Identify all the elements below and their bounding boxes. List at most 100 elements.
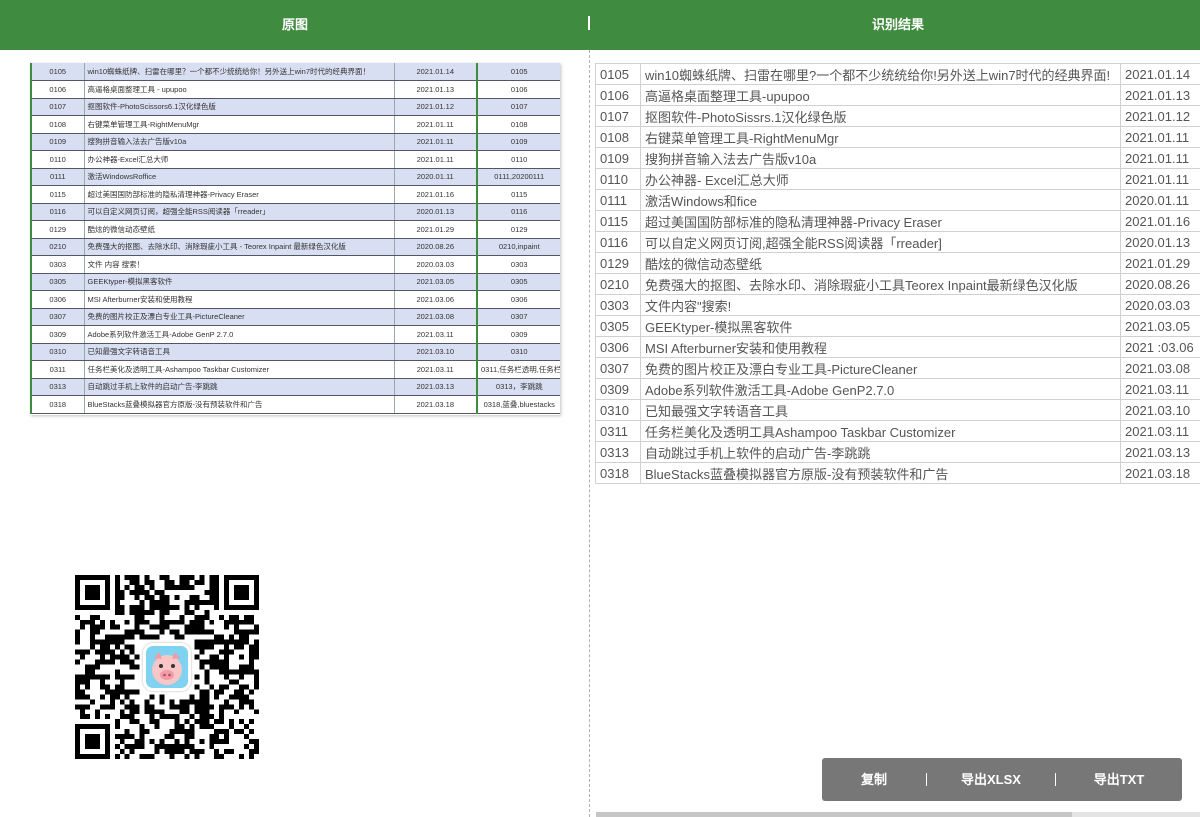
- result-cell: 0306: [595, 336, 641, 358]
- result-row: 0116 可以自定义网页订阅,超强全能RSS阅读器「rreader] 2020.01…: [595, 231, 1200, 253]
- result-row: 0110 办公神器- Excel汇总大师 2021.01.11: [595, 168, 1200, 190]
- table-cell: 0108: [30, 115, 85, 134]
- table-row: 0309 Adobe系列软件激活工具-Adobe GenP 2.7.0 2021.0…: [30, 325, 560, 344]
- copy-button[interactable]: 复制: [822, 758, 926, 801]
- table-cell: 0116: [476, 203, 560, 221]
- result-row: 0108 右键菜单管理工具-RightMenuMgr 2021.01.11: [595, 126, 1200, 148]
- result-row: 0106 高逼格桌面整理工具-upupoo 2021.01.13: [595, 84, 1200, 106]
- table-cell: 0307: [30, 308, 85, 326]
- table-row: 0116 可以自定义网页订阅，超强全能RSS阅读器「rreader」 2020.01…: [30, 203, 560, 221]
- result-cell: 0318: [595, 462, 641, 484]
- table-cell: 2021.03.11: [394, 325, 478, 344]
- table-cell: MSI Afterburner安装和使用教程: [84, 290, 395, 309]
- recognition-result-title: 识别结果: [871, 17, 924, 32]
- result-cell: 2021.01.13: [1120, 84, 1200, 106]
- table-cell: 0306: [476, 290, 560, 309]
- result-cell: 免费的图片校正及漂白专业工具-PictureCleaner: [640, 357, 1121, 379]
- result-cell: 2021.01.29: [1120, 252, 1200, 274]
- table-row: 0318 BlueStacks蓝叠模拟器官方原版-没有预装软件和广告 2021.03…: [30, 395, 560, 414]
- result-cell: 自动跳过手机上软件的启动广告-李跳跳: [640, 441, 1121, 463]
- table-cell: 0105: [30, 63, 85, 81]
- result-row: 0306 MSI Afterburner安装和使用教程 2021 :03.06: [595, 336, 1200, 358]
- result-cell: 0309: [595, 378, 641, 400]
- table-cell: 0106: [30, 80, 85, 99]
- result-cell: 0109: [595, 147, 641, 169]
- table-row: 0129 酷炫的微信动态壁纸 2021.01.29 0129: [30, 220, 560, 239]
- export-txt-button[interactable]: 导出TXT: [1056, 758, 1182, 801]
- table-cell: 0309: [30, 325, 85, 344]
- original-image-title: 原图: [281, 17, 308, 32]
- table-row: 0305 GEEKtyper-模拟黑客软件 2021.03.05 0305: [30, 273, 560, 291]
- table-cell: 0106: [476, 80, 560, 99]
- result-cell: MSI Afterburner安装和使用教程: [640, 336, 1121, 358]
- result-row: 0210 免费强大的抠图、去除水印、消除瑕疵小工具Teorex Inpaint最新…: [595, 273, 1200, 295]
- result-cell: 2021.01.16: [1120, 210, 1200, 232]
- table-cell: 2021.03.11: [394, 360, 478, 379]
- table-cell: 0129: [30, 220, 85, 239]
- table-cell: 免费的图片校正及漂白专业工具-PictureCleaner: [84, 308, 395, 326]
- table-row: 0111 激活WindowsRoffice 2020.01.11 0111,20200…: [30, 168, 560, 186]
- result-cell: 0116: [595, 231, 641, 253]
- result-row: 0311 任务栏美化及透明工具Ashampoo Taskbar Customize…: [595, 420, 1200, 442]
- result-cell: 2021.03.10: [1120, 399, 1200, 421]
- result-table: 0105 win10蜘蛛纸牌、扫雷在哪里?一个都不少统统给你!另外送上win7时代…: [595, 63, 1200, 484]
- table-cell: 2021.03.05: [394, 273, 478, 291]
- table-row: 0105 win10蜘蛛纸牌、扫雷在哪里？一个都不少统统给你！另外送上win7时代…: [30, 63, 560, 81]
- table-cell: 0305: [476, 273, 560, 291]
- result-row: 0318 BlueStacks蓝叠模拟器官方原版-没有预装软件和广告 2021.03…: [595, 462, 1200, 484]
- table-cell: 0318,蓝叠,bluestacks: [476, 395, 560, 414]
- table-cell: 2021.03.06: [394, 290, 478, 309]
- table-cell: 0311: [30, 360, 85, 379]
- table-cell: 0310: [30, 343, 85, 361]
- result-cell: 0210: [595, 273, 641, 295]
- table-cell: 抠图软件-PhotoScissors6.1汉化绿色版: [84, 98, 395, 116]
- table-cell: 0306: [30, 290, 85, 309]
- result-row: 0129 酷炫的微信动态壁纸 2021.01.29: [595, 252, 1200, 274]
- table-cell: 0305: [30, 273, 85, 291]
- result-cell: 高逼格桌面整理工具-upupoo: [640, 84, 1121, 106]
- table-cell: 自动跳过手机上软件的启动广告-李跳跳: [84, 378, 395, 396]
- table-cell: 0116: [30, 203, 85, 221]
- result-cell: 0305: [595, 315, 641, 337]
- original-table: 0105 win10蜘蛛纸牌、扫雷在哪里？一个都不少统统给你！另外送上win7时代…: [30, 63, 560, 414]
- result-cell: 已知最强文字转语音工具: [640, 399, 1121, 421]
- table-cell: 0105: [476, 63, 560, 81]
- result-cell: 2021.03.11: [1120, 378, 1200, 400]
- result-cell: 2021.01.12: [1120, 105, 1200, 127]
- table-cell: 2021.01.16: [394, 185, 478, 204]
- scrollbar-thumb[interactable]: [596, 812, 1072, 817]
- result-cell: 2021.01.11: [1120, 168, 1200, 190]
- table-cell: 2021.03.18: [394, 395, 478, 414]
- result-cell: win10蜘蛛纸牌、扫雷在哪里?一个都不少统统给你!另外送上win7时代的经典界…: [640, 63, 1121, 85]
- result-cell: 2021.01.11: [1120, 147, 1200, 169]
- table-cell: 激活WindowsRoffice: [84, 168, 395, 186]
- table-cell: 超过美国国防部标准的隐私清理神器-Privacy Eraser: [84, 185, 395, 204]
- table-cell: 2021.01.29: [394, 220, 478, 239]
- result-cell: 0307: [595, 357, 641, 379]
- result-cell: 0105: [595, 63, 641, 85]
- table-cell: 2020.01.13: [394, 203, 478, 221]
- table-cell: 搜狗拼音输入法去广告版v10a: [84, 133, 395, 151]
- result-cell: 2021.03.18: [1120, 462, 1200, 484]
- result-cell: 办公神器- Excel汇总大师: [640, 168, 1121, 190]
- result-cell: Adobe系列软件激活工具-Adobe GenP2.7.0: [640, 378, 1121, 400]
- result-cell: 酷炫的微信动态壁纸: [640, 252, 1121, 274]
- table-cell: 0111: [30, 168, 85, 186]
- table-cell: GEEKtyper-模拟黑客软件: [84, 273, 395, 291]
- table-cell: 免费强大的抠图、去除水印、消除瑕疵小工具 - Teorex Inpaint 最新…: [84, 238, 395, 256]
- table-cell: 高逼格桌面整理工具 - upupoo: [84, 80, 395, 99]
- table-cell: 0313: [30, 378, 85, 396]
- result-cell: 2020.08.26: [1120, 273, 1200, 295]
- table-cell: 2021.01.14: [394, 63, 478, 81]
- table-cell: 2020.01.11: [394, 168, 478, 186]
- result-row: 0307 免费的图片校正及漂白专业工具-PictureCleaner 2021.03…: [595, 357, 1200, 379]
- result-cell: 2021.03.13: [1120, 441, 1200, 463]
- table-cell: 办公神器-Excel汇总大师: [84, 150, 395, 169]
- result-cell: 右键菜单管理工具-RightMenuMgr: [640, 126, 1121, 148]
- panel-divider: [589, 50, 590, 817]
- table-cell: 右键菜单管理工具-RightMenuMgr: [84, 115, 395, 134]
- horizontal-scrollbar[interactable]: [596, 812, 1200, 817]
- result-cell: BlueStacks蓝叠模拟器官方原版-没有预装软件和广告: [640, 462, 1121, 484]
- export-xlsx-button[interactable]: 导出XLSX: [927, 758, 1055, 801]
- result-row: 0313 自动跳过手机上软件的启动广告-李跳跳 2021.03.13: [595, 441, 1200, 463]
